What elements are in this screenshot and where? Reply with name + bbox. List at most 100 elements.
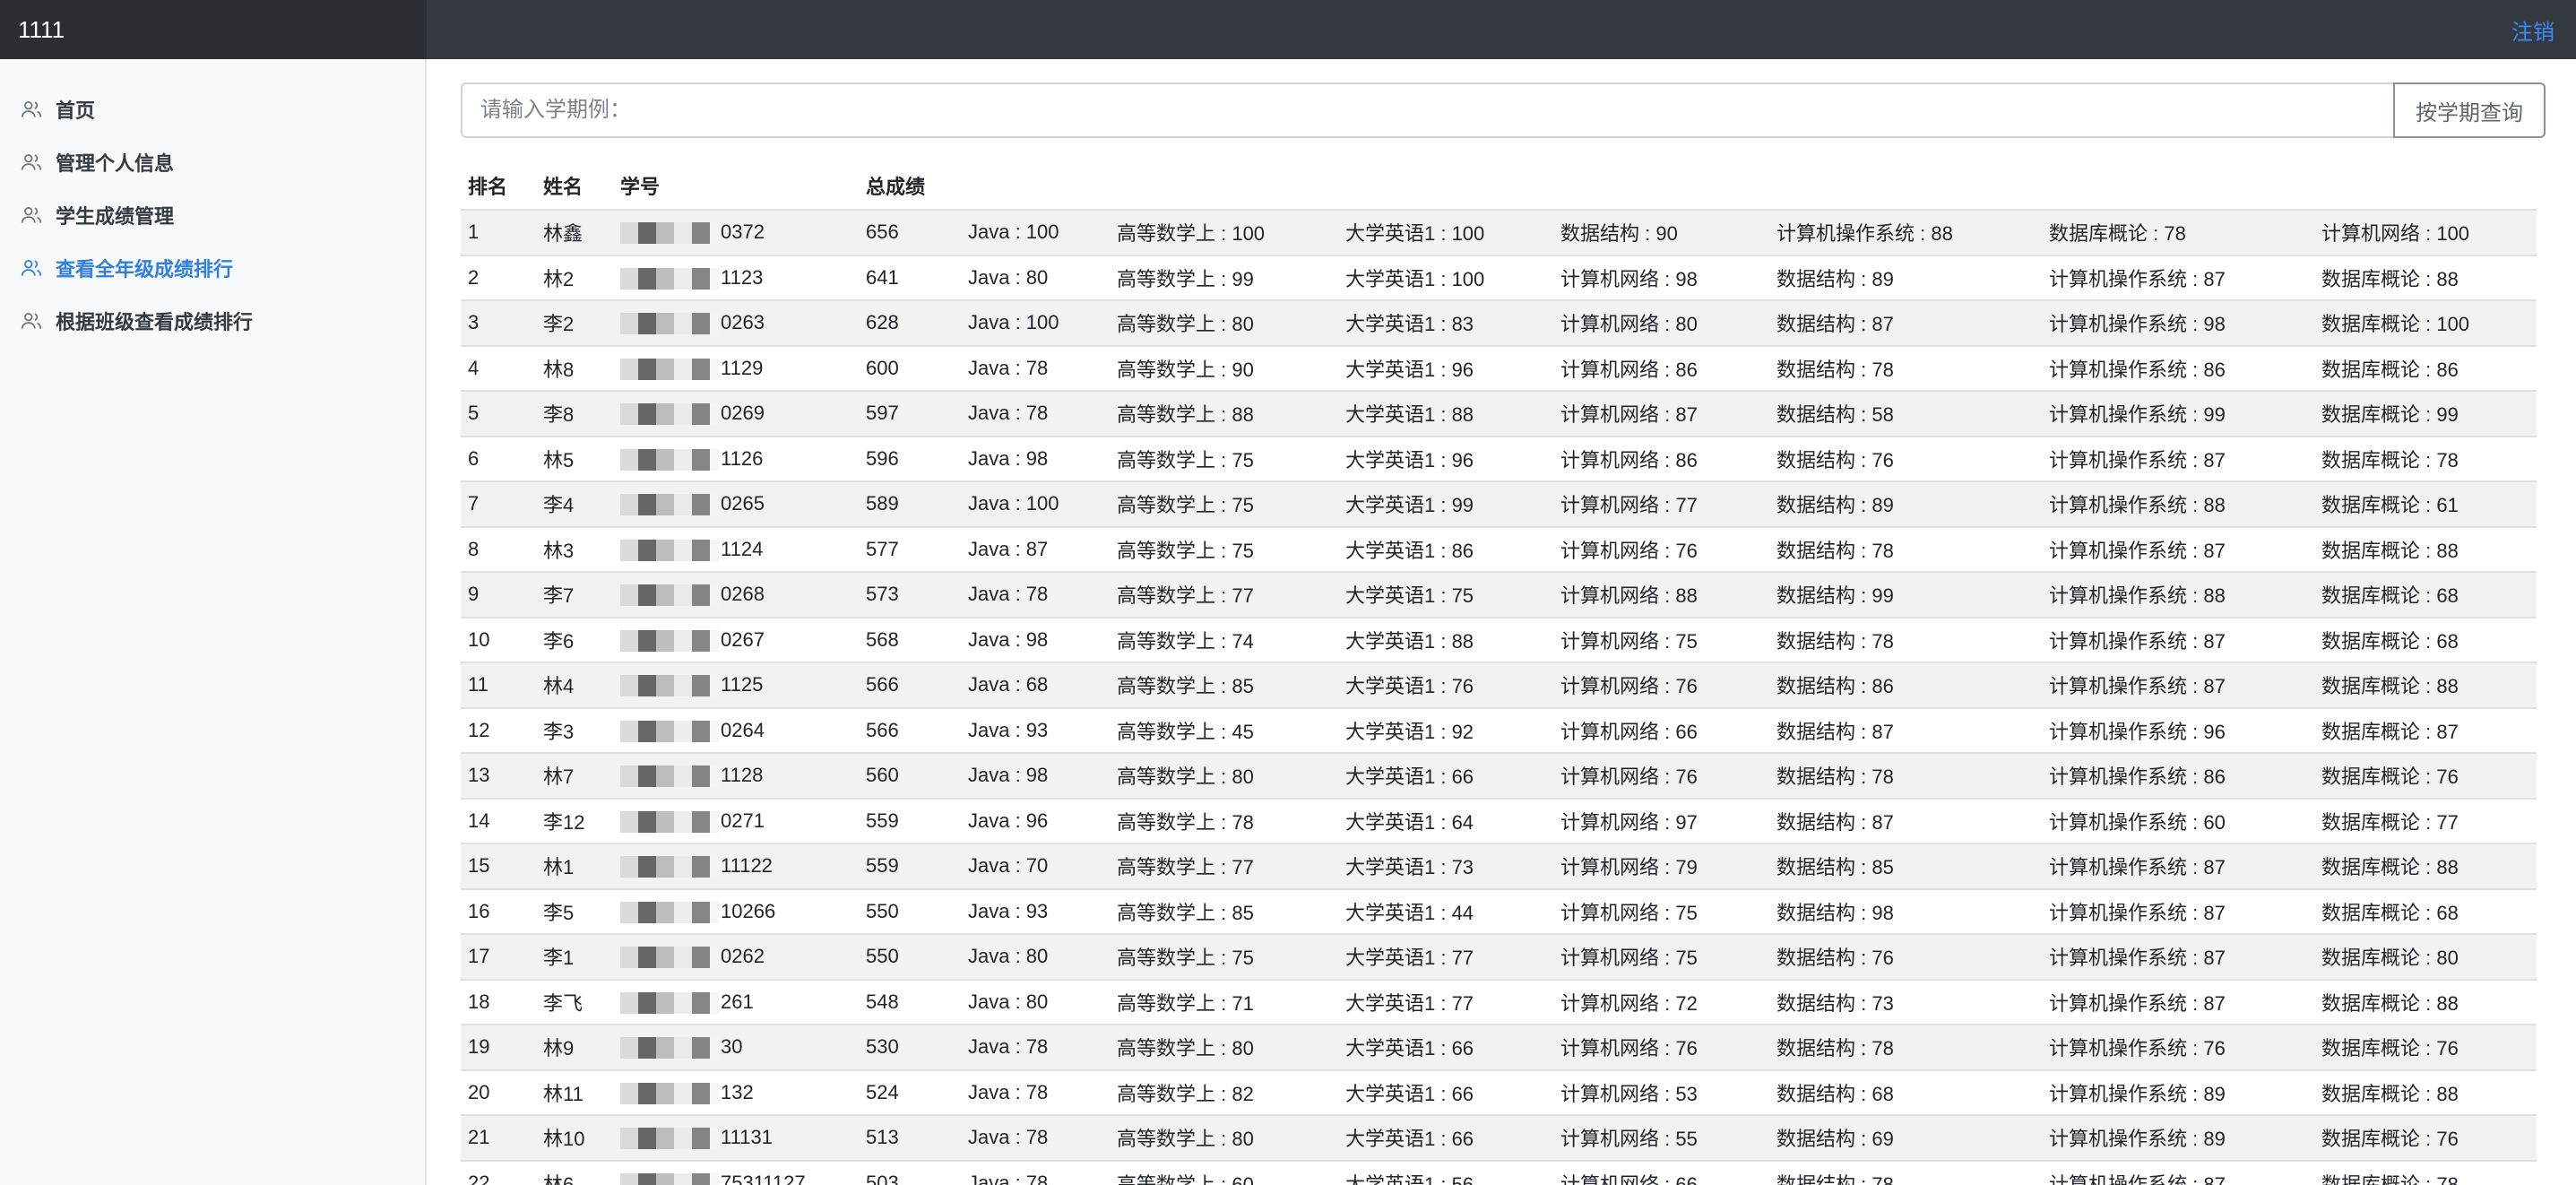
table-row: 5 李8 0269 597 Java : 78 高等数学上 : 88 大学英语1 : 88 计…: [461, 390, 2537, 437]
sidebar-item-label: 学生成绩管理: [56, 204, 175, 228]
cell-course-score: 数据库概论 : 88: [2314, 978, 2537, 1025]
cell-course-score: 计算机操作系统 : 89: [2042, 1068, 2314, 1115]
top-navbar: 1111 注销: [0, 0, 2576, 59]
cell-name: 林3: [536, 525, 613, 572]
table-row: 8 林3 1124 577 Java : 87 高等数学上 : 75 大学英语1 : 86 计…: [461, 525, 2537, 572]
cell-course-score: 计算机操作系统 : 60: [2042, 797, 2314, 843]
table-row: 14 李12 0271 559 Java : 96 高等数学上 : 78 大学英语1 : 6…: [461, 797, 2537, 843]
cell-name: 李3: [536, 706, 613, 753]
app-brand[interactable]: 1111: [0, 0, 427, 59]
table-row: 11 林4 1125 566 Java : 68 高等数学上 : 85 大学英语1 : 76…: [461, 662, 2537, 708]
users-icon: [20, 309, 43, 333]
cell-student-id: 0271: [613, 797, 859, 843]
cell-course-score: Java : 80: [961, 933, 1110, 980]
cell-course-score: 数据库概论 : 78: [2042, 209, 2314, 255]
cell-course-score: 计算机操作系统 : 76: [2042, 1024, 2314, 1070]
redacted-mask: [620, 539, 719, 561]
cell-course-score: 数据结构 : 78: [1769, 1159, 2042, 1185]
sidebar-item-score-management[interactable]: 学生成绩管理: [0, 188, 425, 241]
cell-course-score: 计算机操作系统 : 99: [2042, 390, 2314, 437]
sidebar-item-personal-info[interactable]: 管理个人信息: [0, 135, 425, 188]
cell-student-id: 1126: [613, 435, 859, 481]
student-id-text: 1123: [721, 265, 764, 289]
cell-student-id: 0268: [613, 571, 859, 618]
cell-total-score: 559: [859, 843, 961, 889]
semester-search-input[interactable]: [461, 82, 2393, 138]
sidebar-item-home[interactable]: 首页: [0, 82, 425, 135]
table-row: 15 林1 11122 559 Java : 70 高等数学上 : 77 大学英语1 : 7…: [461, 843, 2537, 889]
cell-course-score: 大学英语1 : 100: [1338, 209, 1553, 255]
cell-course-score: 计算机网络 : 75: [1553, 616, 1769, 662]
cell-course-score: Java : 78: [961, 1114, 1110, 1161]
cell-course-score: Java : 78: [961, 1024, 1110, 1070]
table-row: 22 林6 75311127 503 Java : 78 高等数学上 : 60 大学英语1 …: [461, 1159, 2537, 1185]
cell-name: 李飞: [536, 978, 613, 1025]
cell-rank: 5: [461, 390, 536, 437]
redacted-mask: [620, 901, 719, 923]
cell-course-score: Java : 70: [961, 843, 1110, 889]
cell-course-score: 计算机操作系统 : 88: [1769, 209, 2042, 255]
cell-rank: 17: [461, 933, 536, 980]
logout-link[interactable]: 注销: [2511, 0, 2554, 59]
cell-course-score: 计算机操作系统 : 87: [2042, 887, 2314, 934]
cell-rank: 16: [461, 887, 536, 934]
cell-course-score: 计算机网络 : 76: [1553, 525, 1769, 572]
cell-name: 林1: [536, 843, 613, 889]
cell-rank: 1: [461, 209, 536, 255]
cell-total-score: 656: [859, 209, 961, 255]
cell-course-score: 计算机操作系统 : 87: [2042, 435, 2314, 481]
cell-course-score: 数据结构 : 76: [1769, 933, 2042, 980]
cell-course-score: 计算机网络 : 66: [1553, 1159, 1769, 1185]
cell-rank: 2: [461, 254, 536, 300]
cell-course-score: 计算机网络 : 79: [1553, 843, 1769, 889]
cell-total-score: 597: [859, 390, 961, 437]
cell-name: 林6: [536, 1159, 613, 1185]
cell-rank: 20: [461, 1068, 536, 1115]
sidebar: 首页 管理个人信息 学生成绩管理 查看全年级成绩排行 根据班级查看成绩排行: [0, 59, 427, 1185]
table-row: 19 林9 30 530 Java : 78 高等数学上 : 80 大学英语1 : 66 计算…: [461, 1024, 2537, 1070]
cell-course-score: 高等数学上 : 75: [1110, 435, 1338, 481]
cell-rank: 13: [461, 752, 536, 799]
cell-course-score: 计算机操作系统 : 86: [2042, 752, 2314, 799]
cell-name: 林鑫: [536, 209, 613, 255]
cell-course-score: 计算机网络 : 88: [1553, 571, 1769, 618]
cell-name: 林11: [536, 1068, 613, 1115]
sidebar-item-class-ranking[interactable]: 根据班级查看成绩排行: [0, 294, 425, 347]
cell-course-score: Java : 96: [961, 797, 1110, 843]
cell-course-score: 高等数学上 : 78: [1110, 797, 1338, 843]
search-by-semester-button[interactable]: 按学期查询: [2393, 82, 2546, 138]
cell-name: 林8: [536, 344, 613, 391]
table-row: 13 林7 1128 560 Java : 98 高等数学上 : 80 大学英语1 : 66…: [461, 752, 2537, 799]
cell-course-score: 计算机操作系统 : 87: [2042, 254, 2314, 300]
cell-course-score: 数据结构 : 85: [1769, 843, 2042, 889]
cell-course-score: 数据库概论 : 88: [2314, 662, 2537, 708]
sidebar-item-label: 首页: [56, 99, 96, 122]
cell-course-score: 计算机操作系统 : 87: [2042, 616, 2314, 662]
cell-course-score: Java : 98: [961, 752, 1110, 799]
cell-course-score: 数据库概论 : 99: [2314, 390, 2537, 437]
cell-rank: 9: [461, 571, 536, 618]
cell-course-score: 计算机网络 : 97: [1553, 797, 1769, 843]
cell-name: 林9: [536, 1024, 613, 1070]
cell-student-id: 10266: [613, 887, 859, 934]
redacted-mask: [620, 313, 719, 335]
header-student-id: 学号: [613, 161, 859, 211]
cell-student-id: 30: [613, 1024, 859, 1070]
student-id-text: 0264: [721, 718, 765, 741]
cell-total-score: 550: [859, 933, 961, 980]
cell-course-score: 高等数学上 : 88: [1110, 390, 1338, 437]
cell-course-score: 计算机操作系统 : 87: [2042, 843, 2314, 889]
cell-course-score: 大学英语1 : 76: [1338, 662, 1553, 708]
cell-course-score: 高等数学上 : 77: [1110, 843, 1338, 889]
cell-course-score: 高等数学上 : 80: [1110, 752, 1338, 799]
cell-course-score: 数据库概论 : 87: [2314, 706, 2537, 753]
cell-course-score: 计算机操作系统 : 87: [2042, 662, 2314, 708]
student-id-text: 10266: [721, 899, 776, 922]
cell-course-score: 数据结构 : 89: [1769, 480, 2042, 527]
cell-course-score: 计算机网络 : 86: [1553, 435, 1769, 481]
sidebar-item-grade-ranking[interactable]: 查看全年级成绩排行: [0, 241, 425, 294]
redacted-mask: [620, 1128, 719, 1150]
student-id-text: 0268: [721, 583, 765, 606]
cell-course-score: 计算机网络 : 77: [1553, 480, 1769, 527]
student-id-text: 0372: [721, 221, 765, 244]
